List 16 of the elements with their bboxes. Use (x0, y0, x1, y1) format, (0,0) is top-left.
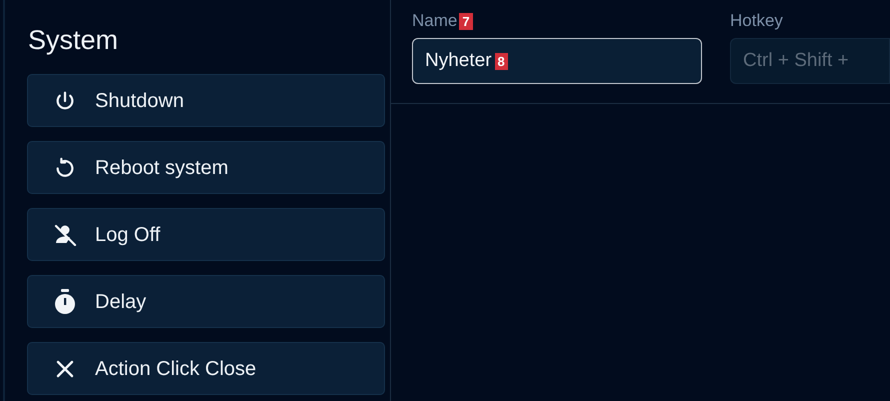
field-label: Name (412, 10, 458, 32)
close-icon (55, 358, 75, 378)
name-input-field[interactable]: Nyheter 8 (412, 38, 702, 84)
stopwatch-icon (54, 288, 76, 314)
section-title: System (28, 24, 120, 57)
action-button[interactable]: Delay (27, 275, 385, 328)
rotate-arrow-icon (54, 156, 76, 178)
number-badge: 8 (494, 52, 508, 70)
field-label: Hotkey (730, 10, 783, 32)
power-icon (54, 90, 76, 112)
action-button[interactable]: Action Click Close (27, 342, 385, 395)
number-badge: 7 (459, 12, 473, 30)
user-slash-icon (53, 224, 77, 246)
action-button[interactable]: Shutdown (27, 74, 385, 127)
action-button[interactable]: Reboot system (27, 141, 385, 194)
action-button[interactable]: Log Off (27, 208, 385, 261)
